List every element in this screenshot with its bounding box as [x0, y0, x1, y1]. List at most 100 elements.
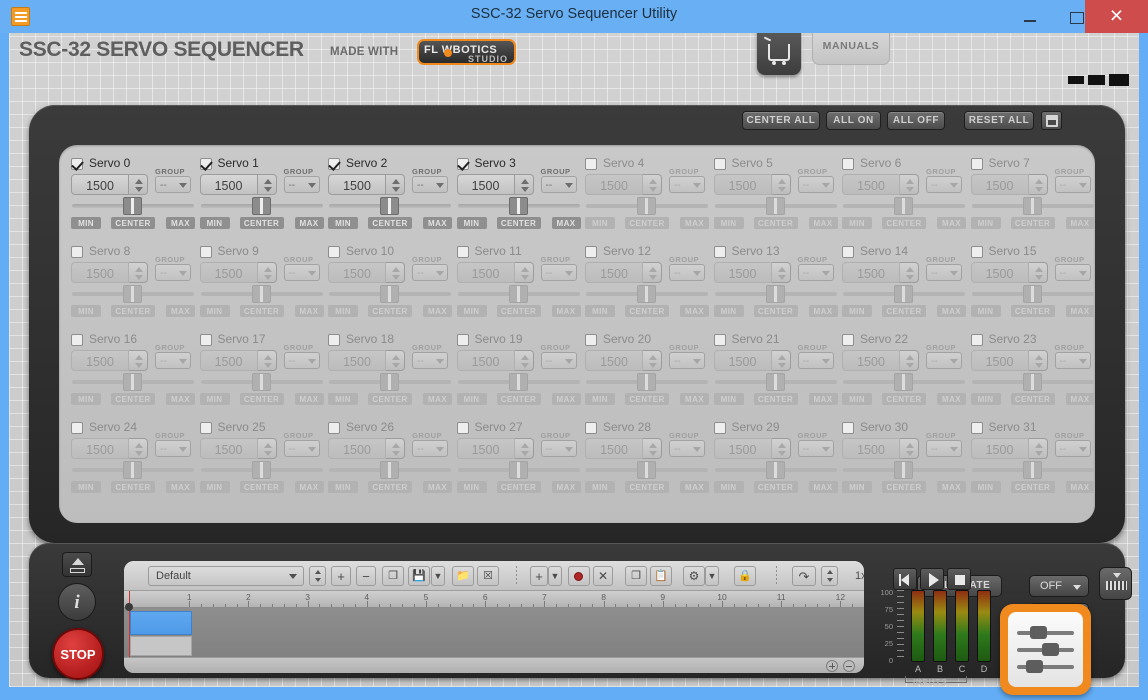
servo-26-center-button[interactable]: CENTER [368, 481, 412, 493]
servo-22-max-button[interactable]: MAX [937, 393, 966, 405]
servo-16-max-button[interactable]: MAX [166, 393, 195, 405]
servo-26-checkbox[interactable] [328, 422, 340, 434]
servo-14-checkbox[interactable] [842, 246, 854, 258]
close-button[interactable] [1085, 0, 1148, 33]
stop-playback-button[interactable] [947, 568, 971, 590]
all-off-button[interactable]: ALL OFF [887, 111, 945, 130]
servo-9-min-button[interactable]: MIN [199, 305, 230, 317]
servo-3-max-button[interactable]: MAX [551, 217, 581, 229]
servo-17-group-dropdown[interactable]: -- [283, 352, 320, 369]
manuals-button[interactable]: MANUALS [812, 33, 890, 65]
servo-7-center-button[interactable]: CENTER [1010, 217, 1055, 229]
servo-27-min-button[interactable]: MIN [456, 481, 487, 493]
servo-17-center-button[interactable]: CENTER [239, 393, 284, 405]
servo-14-stepper[interactable] [900, 262, 919, 283]
servo-4-max-button[interactable]: MAX [680, 217, 709, 229]
servo-22-group-dropdown[interactable]: -- [926, 352, 962, 369]
servo-28-stepper[interactable] [643, 438, 662, 459]
delete-file-button[interactable]: ☒ [477, 566, 499, 586]
servo-15-min-button[interactable]: MIN [970, 305, 1001, 317]
servo-6-center-button[interactable]: CENTER [882, 217, 926, 229]
servo-6-min-button[interactable]: MIN [842, 217, 872, 229]
servo-27-max-button[interactable]: MAX [551, 481, 581, 493]
servo-1-center-button[interactable]: CENTER [239, 217, 284, 229]
servo-31-stepper[interactable] [1028, 438, 1048, 459]
servo-18-checkbox[interactable] [328, 334, 340, 346]
servo-23-group-dropdown[interactable]: -- [1054, 352, 1091, 369]
servo-0-min-button[interactable]: MIN [71, 217, 101, 229]
servo-15-checkbox[interactable] [970, 246, 983, 258]
servo-19-max-button[interactable]: MAX [551, 393, 581, 405]
servo-31-group-dropdown[interactable]: -- [1054, 440, 1091, 457]
servo-3-value-input[interactable]: 1500 [456, 174, 515, 195]
sliders-panel-button[interactable] [1000, 604, 1091, 695]
servo-26-group-dropdown[interactable]: -- [412, 440, 448, 457]
servo-13-min-button[interactable]: MIN [713, 305, 744, 317]
servo-17-slider-thumb[interactable] [251, 373, 271, 391]
save-config-button[interactable] [1041, 111, 1062, 130]
servo-18-max-button[interactable]: MAX [423, 393, 452, 405]
servo-15-group-dropdown[interactable]: -- [1054, 264, 1091, 281]
servo-5-max-button[interactable]: MAX [808, 217, 838, 229]
servo-31-slider-thumb[interactable] [1022, 461, 1042, 479]
timeline-subtrack[interactable] [130, 636, 192, 656]
servo-26-min-button[interactable]: MIN [328, 481, 358, 493]
servo-9-max-button[interactable]: MAX [294, 305, 324, 317]
servo-18-group-dropdown[interactable]: -- [412, 352, 448, 369]
servo-20-checkbox[interactable] [585, 334, 597, 346]
servo-21-min-button[interactable]: MIN [713, 393, 744, 405]
servo-14-min-button[interactable]: MIN [842, 305, 872, 317]
stop-button[interactable]: STOP [52, 628, 104, 680]
servo-2-center-button[interactable]: CENTER [368, 217, 412, 229]
save-preset-button[interactable]: 💾 [408, 566, 430, 586]
servo-28-max-button[interactable]: MAX [680, 481, 709, 493]
servo-26-value-input[interactable]: 1500 [328, 438, 386, 459]
servo-0-center-button[interactable]: CENTER [111, 217, 155, 229]
servo-22-value-input[interactable]: 1500 [842, 350, 900, 371]
servo-9-group-dropdown[interactable]: -- [283, 264, 320, 281]
servo-8-stepper[interactable] [129, 262, 148, 283]
servo-22-min-button[interactable]: MIN [842, 393, 872, 405]
servo-1-slider-thumb[interactable] [251, 197, 271, 215]
servo-30-stepper[interactable] [900, 438, 919, 459]
servo-2-max-button[interactable]: MAX [423, 217, 452, 229]
servo-31-checkbox[interactable] [970, 422, 983, 434]
servo-25-value-input[interactable]: 1500 [199, 438, 258, 459]
servo-7-slider-thumb[interactable] [1022, 197, 1042, 215]
servo-7-min-button[interactable]: MIN [970, 217, 1001, 229]
servo-24-checkbox[interactable] [71, 422, 83, 434]
center-all-button[interactable]: CENTER ALL [742, 111, 820, 130]
servo-21-slider-thumb[interactable] [765, 373, 785, 391]
servo-18-value-input[interactable]: 1500 [328, 350, 386, 371]
servo-8-checkbox[interactable] [71, 246, 83, 258]
servo-6-checkbox[interactable] [842, 158, 854, 170]
servo-2-checkbox[interactable] [328, 158, 340, 170]
servo-6-value-input[interactable]: 1500 [842, 174, 900, 195]
servo-30-slider-thumb[interactable] [894, 461, 913, 479]
servo-12-min-button[interactable]: MIN [585, 305, 615, 317]
servo-20-stepper[interactable] [643, 350, 662, 371]
servo-28-slider-thumb[interactable] [637, 461, 656, 479]
servo-12-slider-thumb[interactable] [637, 285, 656, 303]
record-button[interactable] [568, 566, 590, 586]
servo-19-value-input[interactable]: 1500 [456, 350, 515, 371]
servo-14-group-dropdown[interactable]: -- [926, 264, 962, 281]
servo-16-group-dropdown[interactable]: -- [155, 352, 191, 369]
servo-25-max-button[interactable]: MAX [294, 481, 324, 493]
servo-29-max-button[interactable]: MAX [808, 481, 838, 493]
servo-21-value-input[interactable]: 1500 [713, 350, 772, 371]
servo-5-stepper[interactable] [771, 174, 791, 195]
servo-16-slider-thumb[interactable] [123, 373, 142, 391]
servo-23-checkbox[interactable] [970, 334, 983, 346]
copy-frame-button[interactable]: ❐ [625, 566, 647, 586]
servo-13-stepper[interactable] [771, 262, 791, 283]
servo-11-min-button[interactable]: MIN [456, 305, 487, 317]
servo-10-value-input[interactable]: 1500 [328, 262, 386, 283]
info-button[interactable]: i [58, 583, 96, 621]
servo-18-stepper[interactable] [386, 350, 405, 371]
servo-29-value-input[interactable]: 1500 [713, 438, 772, 459]
servo-30-value-input[interactable]: 1500 [842, 438, 900, 459]
paste-frame-button[interactable]: 📋 [650, 566, 672, 586]
servo-6-max-button[interactable]: MAX [937, 217, 966, 229]
servo-15-center-button[interactable]: CENTER [1010, 305, 1055, 317]
